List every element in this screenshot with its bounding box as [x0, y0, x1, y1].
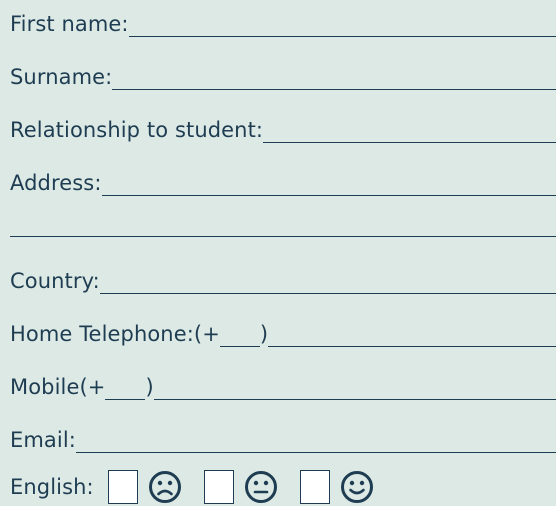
first-name-row: First name:: [10, 8, 556, 38]
mobile-row: Mobile(+ ): [10, 371, 556, 401]
home-telephone-country-code-field[interactable]: [219, 346, 260, 347]
english-good-checkbox[interactable]: [299, 470, 330, 504]
mobile-label: Mobile(+: [10, 375, 106, 399]
address-row: Address:: [10, 167, 556, 197]
address-field-line2[interactable]: [10, 236, 556, 237]
email-row: Email:: [10, 424, 556, 454]
country-row: Country:: [10, 265, 556, 295]
first-name-field[interactable]: [128, 36, 556, 37]
english-label: English:: [10, 474, 94, 499]
mobile-field[interactable]: [153, 399, 556, 400]
home-telephone-label: Home Telephone:(+: [10, 322, 220, 346]
home-telephone-row: Home Telephone:(+ ): [10, 318, 556, 348]
mobile-close-paren: ): [145, 375, 154, 399]
surname-field[interactable]: [112, 89, 556, 90]
surname-row: Surname:: [10, 61, 556, 91]
neutral-face-icon: [244, 471, 277, 503]
country-label: Country:: [10, 269, 100, 293]
sad-face-icon: [148, 471, 181, 503]
home-telephone-close-paren: ): [259, 322, 269, 346]
relationship-row: Relationship to student:: [10, 114, 556, 144]
address-field-line1[interactable]: [101, 195, 556, 196]
english-row: English:: [10, 470, 382, 504]
relationship-label: Relationship to student:: [10, 118, 264, 142]
surname-label: Surname:: [10, 65, 113, 89]
smiley-face-icon: [340, 471, 373, 503]
mobile-country-code-field[interactable]: [105, 399, 146, 400]
country-field[interactable]: [99, 293, 556, 294]
english-poor-checkbox[interactable]: [107, 470, 138, 504]
english-fair-checkbox[interactable]: [203, 470, 234, 504]
email-label: Email:: [10, 428, 76, 452]
address-label: Address:: [10, 171, 102, 195]
relationship-field[interactable]: [263, 142, 556, 143]
email-field[interactable]: [75, 452, 556, 453]
home-telephone-field[interactable]: [268, 346, 556, 347]
first-name-label: First name:: [10, 12, 129, 36]
